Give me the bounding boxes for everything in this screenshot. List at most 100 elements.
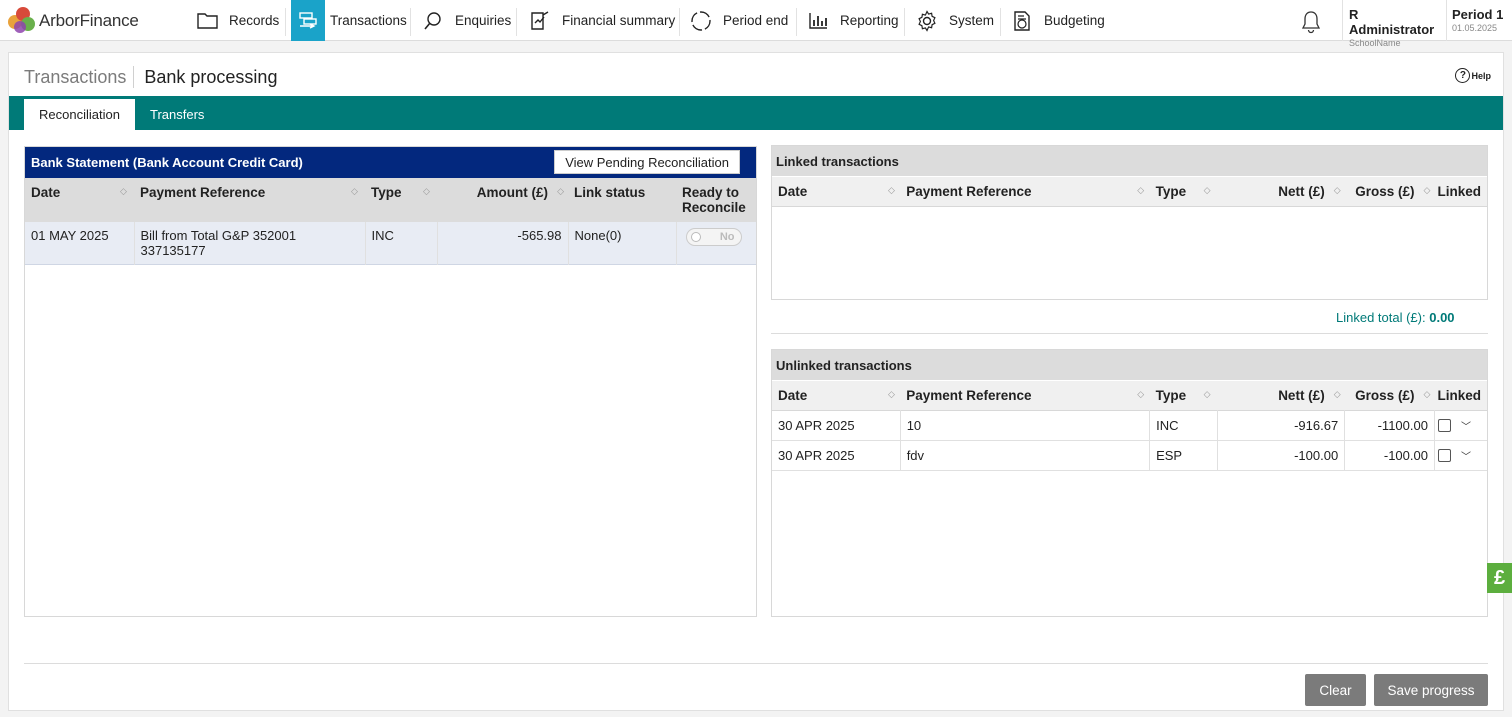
- nav-period-end-label: Period end: [723, 13, 789, 28]
- col-gross[interactable]: Gross (£) ◇: [1345, 177, 1435, 207]
- bar-chart-icon: [807, 10, 829, 32]
- col-amount[interactable]: Amount (£) ◇: [437, 178, 568, 222]
- nav-transactions[interactable]: Transactions: [291, 0, 407, 41]
- period-selector[interactable]: Period 1 01.05.2025: [1446, 0, 1512, 41]
- col-nett[interactable]: Nett (£) ◇: [1217, 177, 1344, 207]
- table-row[interactable]: 30 APR 2025 fdv ESP -100.00 -100.00 ﹀: [772, 440, 1487, 471]
- app-logo[interactable]: ArborFinance: [8, 7, 139, 34]
- breadcrumb-parent[interactable]: Transactions: [24, 67, 126, 88]
- col-link-status[interactable]: Link status: [568, 178, 676, 222]
- bell-icon[interactable]: [1300, 10, 1322, 34]
- table-header-row: Date ◇ Payment Reference ◇ Type ◇ Nett (£) ◇…: [772, 177, 1487, 207]
- row-link-status: None(0): [568, 222, 677, 265]
- col-date[interactable]: Date ◇: [772, 381, 900, 411]
- sort-icon: ◇: [1203, 185, 1211, 195]
- help-icon: ?: [1455, 68, 1471, 83]
- row-date: 01 MAY 2025: [25, 222, 135, 265]
- save-progress-button[interactable]: Save progress: [1374, 674, 1488, 706]
- row-date: 30 APR 2025: [772, 440, 901, 471]
- row-payment-reference: fdv: [900, 440, 1151, 471]
- table-row[interactable]: 30 APR 2025 10 INC -916.67 -1100.00 ﹀: [772, 410, 1487, 441]
- linked-transactions-table: Date ◇ Payment Reference ◇ Type ◇ Nett (£) ◇…: [772, 177, 1487, 207]
- nav-system[interactable]: System: [916, 0, 994, 41]
- ready-toggle[interactable]: No: [685, 228, 742, 246]
- sort-icon: ◇: [888, 389, 895, 399]
- linked-total: Linked total (£): 0.00: [1336, 310, 1455, 325]
- col-linked: Linked: [1437, 388, 1481, 403]
- nav-transactions-label: Transactions: [330, 13, 407, 28]
- linked-checkbox[interactable]: [1437, 419, 1451, 433]
- col-date[interactable]: Date ◇: [25, 178, 134, 222]
- table-row[interactable]: 01 MAY 2025 Bill from Total G&P 352001 33…: [25, 222, 756, 265]
- linked-checkbox[interactable]: [1437, 449, 1451, 463]
- row-payment-reference: 10: [900, 410, 1151, 441]
- sort-icon: ◇: [423, 186, 430, 196]
- tab-transfers[interactable]: Transfers: [135, 99, 219, 130]
- period-date: 01.05.2025: [1452, 23, 1498, 33]
- sort-icon: ◇: [557, 186, 564, 196]
- clear-button[interactable]: Clear: [1305, 674, 1366, 706]
- search-icon: [422, 10, 444, 32]
- view-pending-reconciliation-button[interactable]: View Pending Reconciliation: [554, 150, 740, 174]
- sort-icon: ◇: [351, 186, 358, 196]
- unlinked-transactions-title: Unlinked transactions: [772, 350, 1487, 381]
- bank-statement-table: Date ◇ Payment Reference ◇ Type ◇ Amount (£…: [25, 178, 756, 265]
- row-date: 30 APR 2025: [772, 410, 901, 441]
- col-payment-reference[interactable]: Payment Reference ◇: [134, 178, 365, 222]
- tab-bar: Reconciliation Transfers: [9, 96, 1503, 130]
- row-ready: No: [676, 222, 756, 265]
- row-linked: ﹀: [1434, 410, 1487, 441]
- nav-system-label: System: [949, 13, 995, 28]
- sort-icon: ◇: [1423, 389, 1431, 399]
- col-type[interactable]: Type ◇: [1150, 177, 1218, 207]
- linked-transactions-card: Linked transactions Date ◇ Payment Refere…: [771, 145, 1488, 300]
- linked-transactions-title: Linked transactions: [772, 146, 1487, 177]
- side-pound-tab[interactable]: £: [1487, 563, 1512, 593]
- col-gross[interactable]: Gross (£) ◇: [1345, 381, 1435, 411]
- bank-statement-card: Bank Statement (Bank Account Credit Card…: [24, 146, 757, 617]
- row-type: INC: [365, 222, 438, 265]
- budget-icon: [1011, 10, 1033, 32]
- col-type[interactable]: Type ◇: [1150, 381, 1218, 411]
- row-gross: -1100.00: [1344, 410, 1435, 441]
- nav-budgeting[interactable]: Budgeting: [1011, 0, 1105, 41]
- tab-reconciliation[interactable]: Reconciliation: [24, 99, 135, 130]
- nav-budgeting-label: Budgeting: [1044, 13, 1105, 28]
- table-header-row: Date ◇ Payment Reference ◇ Type ◇ Amount (£…: [25, 178, 756, 222]
- table-header-row: Date ◇ Payment Reference ◇ Type ◇ Nett (£) ◇…: [772, 381, 1487, 411]
- transactions-icon: [291, 0, 325, 41]
- unlinked-transactions-card: Unlinked transactions Date ◇ Payment Refe…: [771, 349, 1488, 617]
- nav-enquiries-label: Enquiries: [455, 13, 512, 28]
- nav-records-label: Records: [229, 13, 280, 28]
- row-type: INC: [1149, 410, 1218, 441]
- nav-reporting[interactable]: Reporting: [807, 0, 899, 41]
- sort-icon: ◇: [1333, 185, 1341, 195]
- col-linked: Linked: [1437, 184, 1481, 199]
- nav-period-end[interactable]: Period end: [690, 0, 788, 41]
- school-name: SchoolName: [1349, 38, 1401, 48]
- col-date[interactable]: Date ◇: [772, 177, 900, 207]
- nav-records[interactable]: Records: [196, 0, 279, 41]
- row-nett: -100.00: [1217, 440, 1346, 471]
- nav-financial-summary-label: Financial summary: [562, 13, 676, 28]
- chevron-down-icon[interactable]: ﹀: [1461, 448, 1471, 463]
- user-menu[interactable]: R Administrator SchoolName: [1342, 0, 1446, 48]
- linked-total-label: Linked total (£):: [1336, 310, 1426, 325]
- col-payment-reference[interactable]: Payment Reference ◇: [900, 177, 1149, 207]
- col-nett[interactable]: Nett (£) ◇: [1217, 381, 1344, 411]
- bank-statement-title: Bank Statement (Bank Account Credit Card…: [31, 155, 303, 170]
- cycle-icon: [690, 10, 712, 32]
- folder-icon: [196, 10, 218, 32]
- footer-divider: [24, 663, 1488, 664]
- row-gross: -100.00: [1344, 440, 1435, 471]
- help-link[interactable]: ? Help: [1455, 68, 1491, 83]
- chart-doc-icon: [529, 10, 551, 32]
- col-type[interactable]: Type ◇: [365, 178, 437, 222]
- row-amount: -565.98: [437, 222, 569, 265]
- col-payment-reference[interactable]: Payment Reference ◇: [900, 381, 1149, 411]
- nav-enquiries[interactable]: Enquiries: [422, 0, 511, 41]
- row-payment-reference: Bill from Total G&P 352001 337135177: [134, 222, 366, 265]
- chevron-down-icon[interactable]: ﹀: [1461, 418, 1471, 433]
- nav-financial-summary[interactable]: Financial summary: [529, 0, 675, 41]
- bank-statement-header: Bank Statement (Bank Account Credit Card…: [25, 147, 756, 178]
